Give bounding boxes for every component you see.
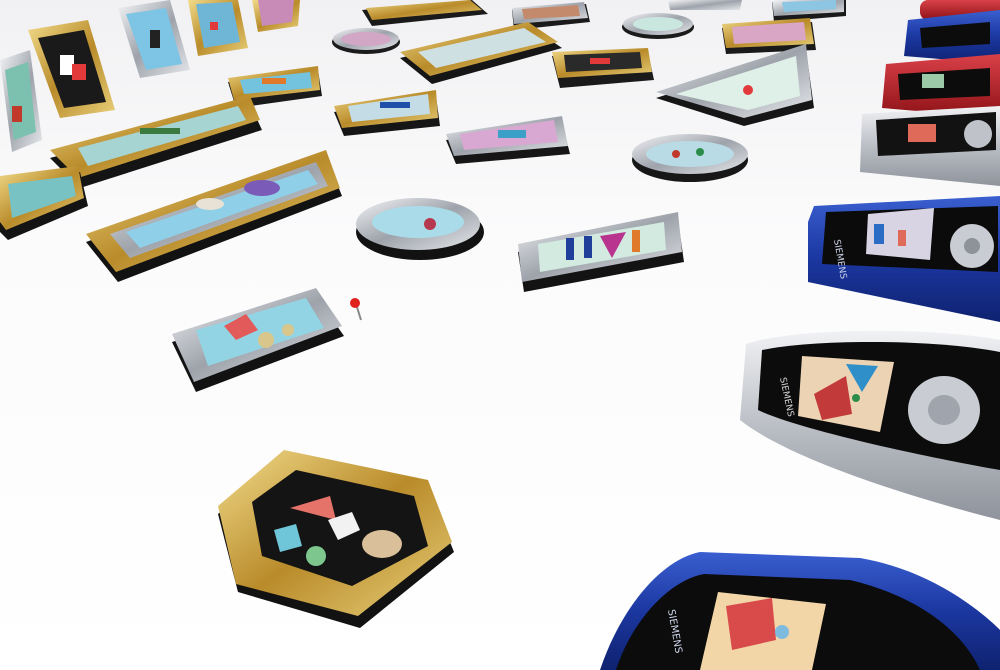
frame-oval-center [356,198,484,260]
frame-small-standing-4 [188,0,248,56]
phone-silver-top [860,106,1000,186]
photo-canvas: SIEMENS SIEMENS SIEMENS [0,0,1000,670]
frame-top-3 [668,0,742,10]
photo-scene: SIEMENS SIEMENS SIEMENS [0,0,1000,670]
frame-oval-mid-right [632,134,748,182]
frame-oval-top-2 [622,13,694,39]
frame-oval-top [332,28,400,54]
